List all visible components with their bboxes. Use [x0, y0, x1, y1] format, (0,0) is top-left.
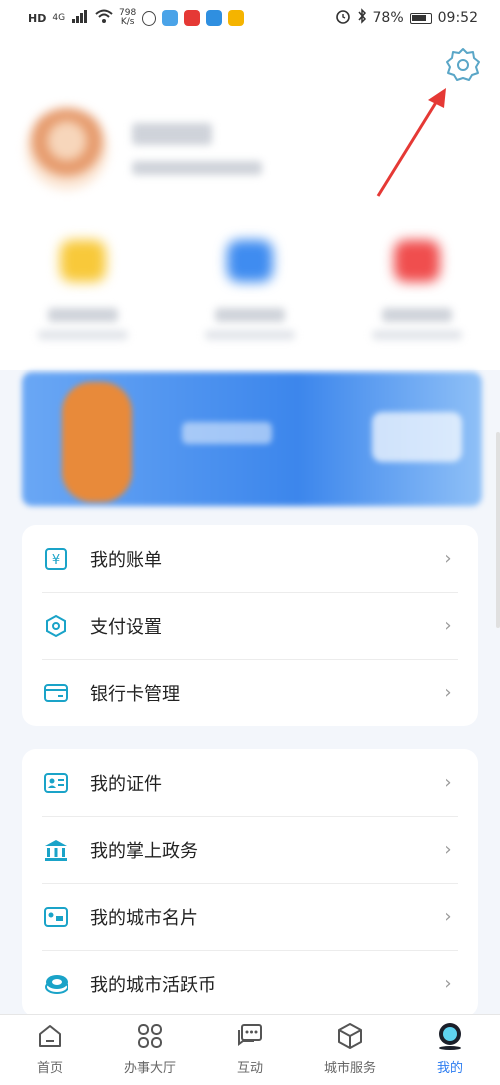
chevron-right-icon: › — [444, 772, 452, 793]
hd-label: HD — [28, 11, 47, 25]
chevron-right-icon: › — [444, 615, 452, 636]
chevron-right-icon: › — [444, 682, 452, 703]
tab-label: 互动 — [236, 1061, 263, 1076]
red-arrow-annotation — [376, 88, 446, 197]
qq-icon — [142, 10, 157, 26]
government-icon — [44, 838, 68, 862]
avatar[interactable] — [26, 108, 108, 190]
menu-row-city-card[interactable]: 我的城市名片 › — [22, 883, 478, 950]
profile-name-blurred — [132, 123, 262, 175]
status-left: HD 4G 798 K/s — [28, 9, 245, 27]
menu-label: 我的城市名片 — [90, 907, 198, 929]
chevron-right-icon: › — [444, 839, 452, 860]
city-card-icon — [44, 905, 68, 929]
tab-mine[interactable]: 我的 — [400, 1015, 500, 1076]
app-icon-yellow — [228, 10, 245, 26]
alarm-icon — [335, 8, 351, 28]
app-icon-red — [184, 10, 201, 26]
signal-icon — [71, 9, 89, 27]
payment-settings-icon — [44, 614, 68, 638]
menu-row-my-bill[interactable]: ¥ 我的账单 › — [22, 525, 478, 592]
city-service-icon — [335, 1021, 365, 1051]
tab-label: 城市服务 — [323, 1061, 376, 1076]
bluetooth-icon — [357, 8, 367, 28]
network-label: 4G — [52, 13, 66, 23]
menu-card-personal: 我的证件 › 我的掌上政务 › 我的城市名片 › 我的城市活跃币 › — [22, 749, 478, 1017]
wifi-icon — [95, 9, 113, 27]
coin-icon — [44, 972, 68, 996]
menu-row-my-id[interactable]: 我的证件 › — [22, 749, 478, 816]
status-bar: HD 4G 798 K/s 78% 09:52 — [0, 0, 500, 36]
profile-block[interactable] — [26, 108, 262, 190]
menu-label: 我的证件 — [90, 773, 162, 795]
svg-text:¥: ¥ — [52, 553, 60, 568]
clock: 09:52 — [437, 10, 478, 26]
menu-label: 支付设置 — [90, 616, 162, 638]
menu-row-payment-settings[interactable]: 支付设置 › — [22, 592, 478, 659]
tab-label: 办事大厅 — [123, 1061, 176, 1076]
home-icon — [35, 1021, 65, 1051]
quick-action-1[interactable] — [23, 240, 143, 360]
app-icon-mail — [206, 10, 223, 26]
bottom-tab-bar: 首页 办事大厅 互动 城市服务 我的 — [0, 1014, 500, 1085]
id-card-icon — [44, 771, 68, 795]
menu-label: 银行卡管理 — [90, 683, 180, 705]
menu-row-e-government[interactable]: 我的掌上政务 › — [22, 816, 478, 883]
menu-label: 我的掌上政务 — [90, 840, 198, 862]
battery-percent: 78% — [372, 10, 404, 26]
gear-icon[interactable] — [444, 46, 482, 84]
quick-action-2[interactable] — [190, 240, 310, 360]
tab-interaction[interactable]: 互动 — [200, 1015, 300, 1076]
tab-home[interactable]: 首页 — [0, 1015, 100, 1076]
services-icon — [135, 1021, 165, 1051]
chevron-right-icon: › — [444, 973, 452, 994]
battery-icon — [409, 12, 432, 24]
promo-banner-blurred[interactable] — [22, 372, 482, 506]
chat-icon — [235, 1021, 265, 1051]
scrollbar[interactable] — [496, 432, 500, 628]
bank-card-icon — [44, 681, 68, 705]
menu-row-city-coin[interactable]: 我的城市活跃币 › — [22, 950, 478, 1017]
tab-label: 我的 — [436, 1061, 463, 1076]
status-right: 78% 09:52 — [335, 8, 478, 28]
tab-city-service[interactable]: 城市服务 — [300, 1015, 400, 1076]
profile-icon — [435, 1021, 465, 1051]
menu-label: 我的账单 — [90, 549, 162, 571]
net-speed: 798 K/s — [119, 9, 136, 27]
quick-action-3[interactable] — [357, 240, 477, 360]
chevron-right-icon: › — [444, 906, 452, 927]
menu-row-bank-card[interactable]: 银行卡管理 › — [22, 659, 478, 726]
menu-label: 我的城市活跃币 — [90, 974, 216, 996]
tab-services[interactable]: 办事大厅 — [100, 1015, 200, 1076]
menu-card-payments: ¥ 我的账单 › 支付设置 › 银行卡管理 › — [22, 525, 478, 726]
bill-icon: ¥ — [44, 547, 68, 571]
tab-label: 首页 — [36, 1061, 63, 1076]
quick-actions-blurred — [0, 240, 500, 360]
chevron-right-icon: › — [444, 548, 452, 569]
net-speed-unit: K/s — [120, 17, 135, 27]
app-icon-blue — [162, 10, 179, 26]
